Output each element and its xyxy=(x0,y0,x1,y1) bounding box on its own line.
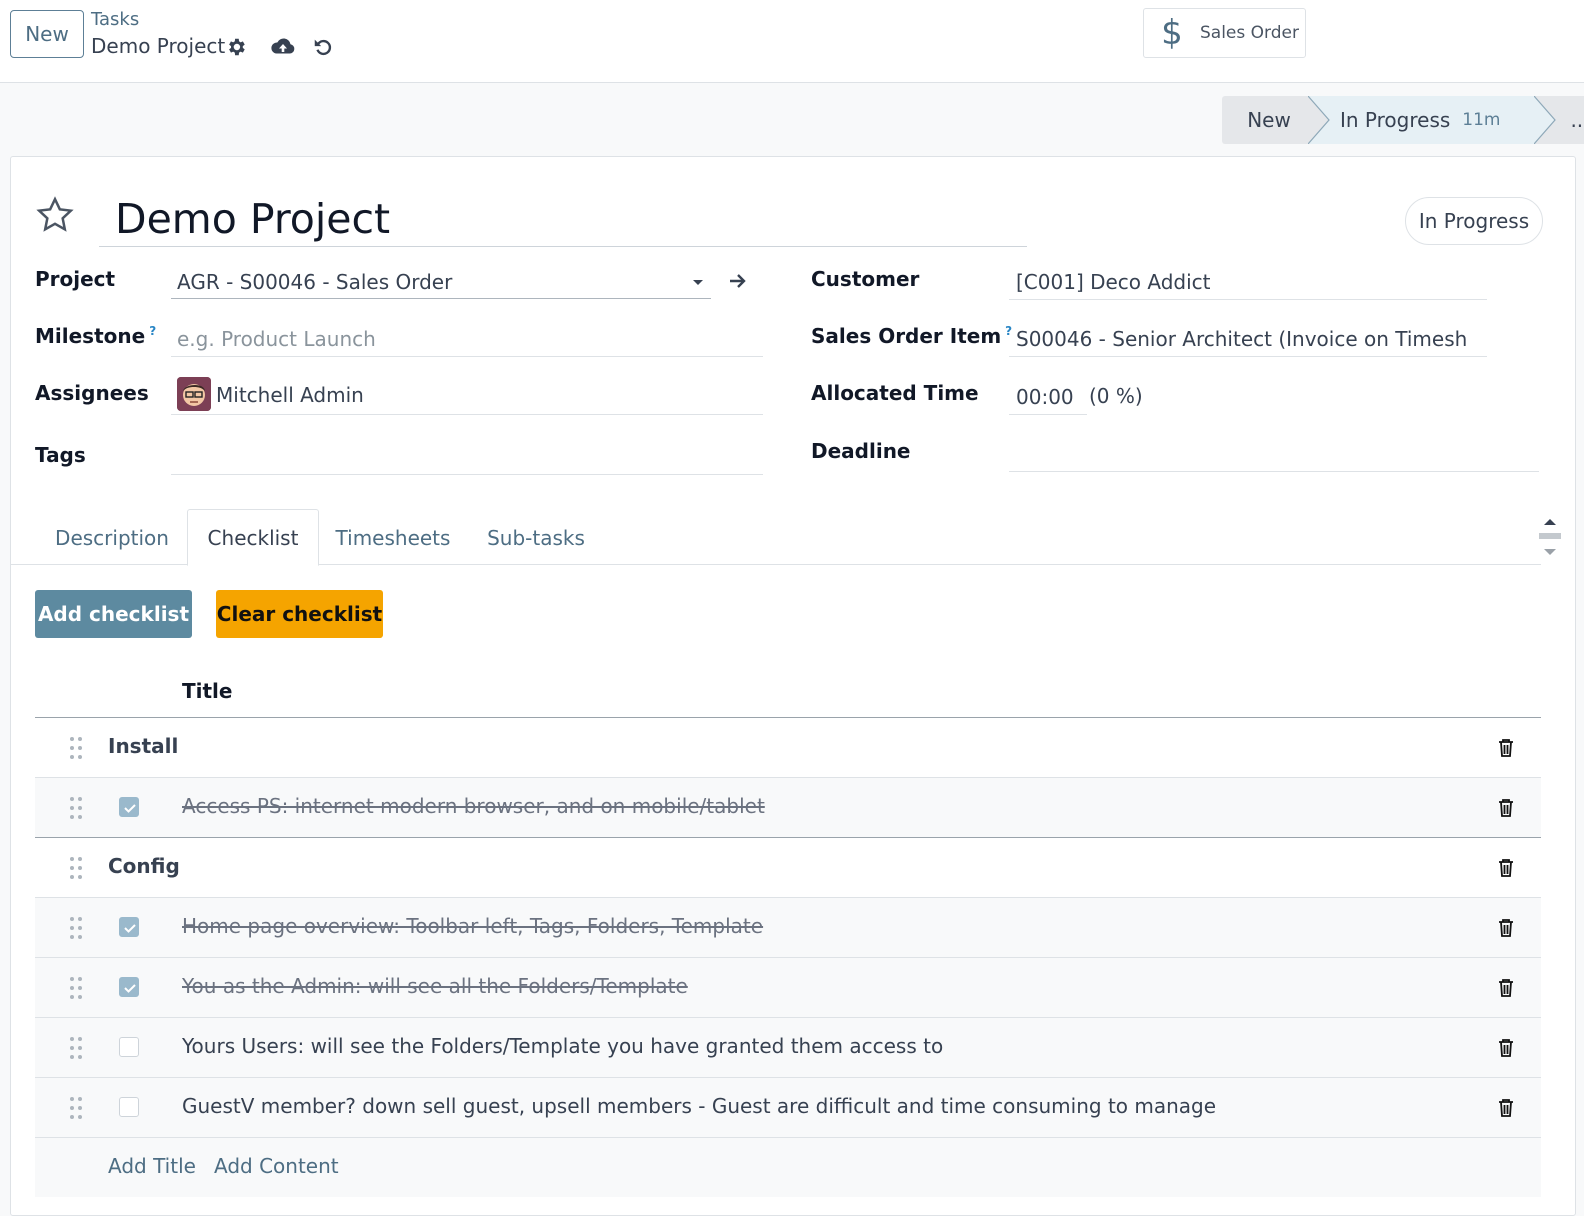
stage-new-label: New xyxy=(1247,108,1291,132)
drag-handle-icon[interactable] xyxy=(69,1096,83,1120)
customer-field[interactable]: [C001] Deco Addict xyxy=(1016,270,1211,294)
list-item[interactable]: You as the Admin: will see all the Folde… xyxy=(35,957,1541,1017)
drag-handle-icon[interactable] xyxy=(69,796,83,820)
stage-in-progress[interactable]: In Progress 11m xyxy=(1330,96,1534,144)
deadline-field[interactable] xyxy=(1016,439,1536,469)
clear-checklist-button[interactable]: Clear checklist xyxy=(216,590,383,638)
assignees-label: Assignees xyxy=(35,381,149,405)
project-field[interactable]: AGR - S00046 - Sales Order xyxy=(177,270,452,294)
help-tooltip-icon[interactable]: ? xyxy=(1005,324,1012,338)
drag-handle-icon[interactable] xyxy=(69,976,83,1000)
drag-handle-icon[interactable] xyxy=(69,856,83,880)
trash-icon[interactable] xyxy=(1497,738,1515,758)
checklist-item-text[interactable]: GuestV member? down sell guest, upsell m… xyxy=(182,1094,1216,1118)
trash-icon[interactable] xyxy=(1497,798,1515,818)
checklist-checkbox[interactable] xyxy=(119,917,139,937)
drag-handle-icon[interactable] xyxy=(69,736,83,760)
discard-icon[interactable] xyxy=(312,36,334,58)
section-title: Install xyxy=(108,734,179,758)
cloud-save-icon[interactable] xyxy=(270,36,296,58)
stage-duration: 11m xyxy=(1462,110,1501,130)
control-panel: New Tasks Demo Project $ Sales Order xyxy=(0,0,1584,83)
notebook-tabs: Description Checklist Timesheets Sub-tas… xyxy=(11,509,1541,566)
trash-icon[interactable] xyxy=(1497,978,1515,998)
column-header-title: Title xyxy=(182,679,233,703)
drag-handle-icon[interactable] xyxy=(69,916,83,940)
task-title-field[interactable]: Demo Project xyxy=(99,193,1027,247)
checklist-checkbox[interactable] xyxy=(119,797,139,817)
stage-more-button[interactable]: ... xyxy=(1556,96,1584,144)
stage-in-progress-label: In Progress xyxy=(1340,108,1451,132)
add-content-link[interactable]: Add Content xyxy=(214,1154,339,1178)
customer-label: Customer xyxy=(811,267,920,291)
gear-icon[interactable] xyxy=(225,36,247,58)
checkmark-icon xyxy=(124,804,136,813)
allocated-percent: (0 %) xyxy=(1089,384,1143,408)
add-title-link[interactable]: Add Title xyxy=(108,1154,196,1178)
milestone-label: Milestone? xyxy=(35,324,157,348)
caret-down-icon[interactable] xyxy=(691,277,705,287)
arrow-right-icon[interactable] xyxy=(727,271,749,291)
checklist-item-text[interactable]: Home page overview: Toolbar left, Tags, … xyxy=(182,914,763,938)
sales-order-item-label: Sales Order Item? xyxy=(811,324,1013,348)
section-title: Config xyxy=(108,854,180,878)
list-item[interactable]: GuestV member? down sell guest, upsell m… xyxy=(35,1077,1541,1137)
checklist-checkbox[interactable] xyxy=(119,1097,139,1117)
tab-checklist[interactable]: Checklist xyxy=(187,509,319,566)
tabs-scroll-arrows[interactable] xyxy=(1537,509,1563,565)
list-item[interactable]: Install xyxy=(35,717,1541,777)
task-title: Demo Project xyxy=(115,195,391,243)
tab-sub-tasks[interactable]: Sub-tasks xyxy=(477,509,595,566)
form-sheet: Demo Project In Progress Project AGR - S… xyxy=(10,156,1576,1216)
milestone-field[interactable]: e.g. Product Launch xyxy=(177,327,376,351)
allocated-time-field[interactable]: 00:00 xyxy=(1016,385,1074,409)
checklist-item-text[interactable]: Yours Users: will see the Folders/Templa… xyxy=(182,1034,943,1058)
drag-handle-icon[interactable] xyxy=(69,1036,83,1060)
stage-more-label: ... xyxy=(1570,108,1584,132)
checklist-checkbox[interactable] xyxy=(119,1037,139,1057)
stage-new[interactable]: New xyxy=(1222,96,1308,144)
new-button[interactable]: New xyxy=(10,10,84,58)
dollar-icon: $ xyxy=(1161,13,1183,53)
smart-button-label: Sales Order xyxy=(1200,23,1299,43)
star-icon[interactable] xyxy=(35,195,75,235)
allocated-time-label: Allocated Time xyxy=(811,381,979,405)
assignee-name[interactable]: Mitchell Admin xyxy=(216,383,364,407)
sales-order-item-field[interactable]: S00046 - Senior Architect (Invoice on Ti… xyxy=(1016,327,1468,351)
checklist-item-text[interactable]: Access PS: internet modern browser, and … xyxy=(182,794,765,818)
list-item[interactable]: Config xyxy=(35,837,1541,897)
tags-label: Tags xyxy=(35,443,86,467)
trash-icon[interactable] xyxy=(1497,1098,1515,1118)
stage-arrow xyxy=(1308,96,1330,144)
checklist-checkbox[interactable] xyxy=(119,977,139,997)
tags-field[interactable] xyxy=(177,443,757,473)
tab-description[interactable]: Description xyxy=(47,509,177,566)
breadcrumb-current: Demo Project xyxy=(91,34,226,58)
add-line-row: Add Title Add Content xyxy=(35,1137,1541,1197)
trash-icon[interactable] xyxy=(1497,858,1515,878)
list-item[interactable]: Yours Users: will see the Folders/Templa… xyxy=(35,1017,1541,1077)
avatar xyxy=(177,377,211,411)
checklist-item-text[interactable]: You as the Admin: will see all the Folde… xyxy=(182,974,688,998)
list-item[interactable]: Access PS: internet modern browser, and … xyxy=(35,777,1541,837)
deadline-label: Deadline xyxy=(811,439,911,463)
breadcrumb-tasks[interactable]: Tasks xyxy=(91,9,139,30)
list-item[interactable]: Home page overview: Toolbar left, Tags, … xyxy=(35,897,1541,957)
task-state-button[interactable]: In Progress xyxy=(1405,197,1543,245)
tab-timesheets[interactable]: Timesheets xyxy=(329,509,457,566)
trash-icon[interactable] xyxy=(1497,918,1515,938)
sales-order-smart-button[interactable]: $ Sales Order xyxy=(1143,8,1306,58)
checkmark-icon xyxy=(124,984,136,993)
help-tooltip-icon[interactable]: ? xyxy=(149,324,156,338)
trash-icon[interactable] xyxy=(1497,1038,1515,1058)
add-checklist-button[interactable]: Add checklist xyxy=(35,590,192,638)
checkmark-icon xyxy=(124,924,136,933)
project-label: Project xyxy=(35,267,116,291)
checklist-list: Install Access PS: internet modern brows… xyxy=(35,717,1541,1197)
stage-arrow xyxy=(1534,96,1556,144)
stage-statusbar: New In Progress 11m ... xyxy=(1222,96,1584,144)
